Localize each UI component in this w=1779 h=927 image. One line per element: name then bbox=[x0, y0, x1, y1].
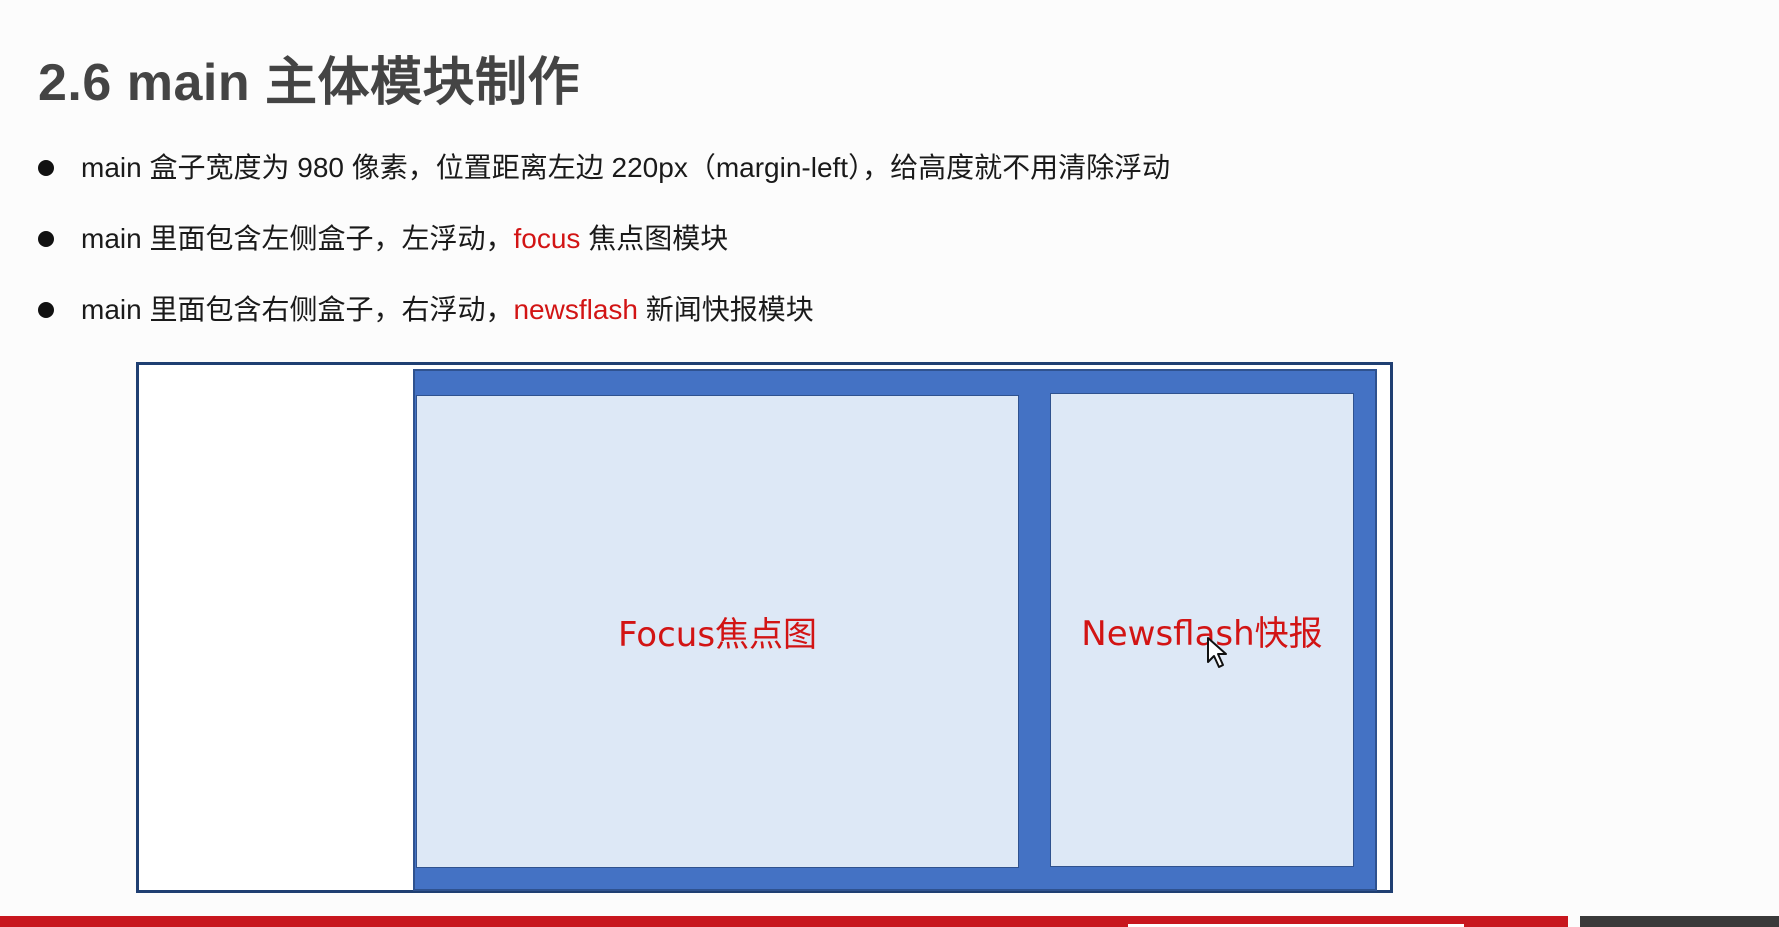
slide-title: 2.6 main 主体模块制作 bbox=[38, 54, 581, 112]
bullet-dot-icon bbox=[38, 302, 54, 318]
bullet-dot-icon bbox=[38, 160, 54, 176]
bullet-text: main 里面包含右侧盒子，右浮动，newsflash 新闻快报模块 bbox=[81, 292, 814, 328]
bottom-bar-gap bbox=[1568, 916, 1580, 927]
bullet-text-part: main 里面包含右侧盒子，右浮动， bbox=[81, 294, 514, 325]
slide: 2.6 main 主体模块制作 main 盒子宽度为 980 像素，位置距离左边… bbox=[0, 0, 1779, 927]
bullet-dot-icon bbox=[38, 231, 54, 247]
focus-box: Focus焦点图 bbox=[416, 395, 1019, 868]
highlight-keyword-focus: focus bbox=[513, 223, 581, 254]
bullet-text: main 盒子宽度为 980 像素，位置距离左边 220px（margin-le… bbox=[81, 150, 1170, 186]
focus-label: Focus焦点图 bbox=[617, 615, 818, 655]
bullet-text-part: 焦点图模块 bbox=[580, 223, 729, 254]
bullet-text-part: 新闻快报模块 bbox=[638, 294, 814, 325]
bottom-dark-bar bbox=[1580, 916, 1779, 927]
newsflash-label: Newsflash快报 bbox=[1081, 613, 1323, 654]
newsflash-box: Newsflash快报 bbox=[1050, 393, 1354, 867]
bullet-text-part: main 盒子宽度为 980 像素，位置距离左边 220px（margin-le… bbox=[81, 152, 1171, 183]
bullet-text-part: main 里面包含左侧盒子，左浮动， bbox=[81, 223, 514, 254]
mouse-pointer-icon bbox=[1207, 637, 1227, 668]
highlight-keyword-newsflash: newsflash bbox=[513, 294, 638, 325]
bullet-text: main 里面包含左侧盒子，左浮动，focus 焦点图模块 bbox=[81, 221, 728, 257]
